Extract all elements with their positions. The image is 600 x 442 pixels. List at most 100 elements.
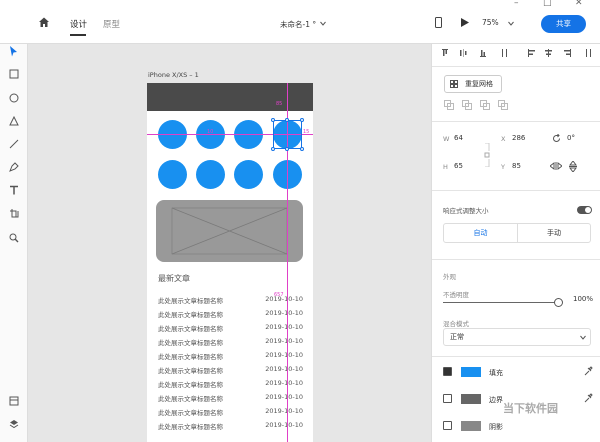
document-title[interactable]: 未命名-1 °	[280, 19, 316, 30]
chevron-down-icon[interactable]	[580, 335, 586, 340]
resize-handle[interactable]	[285, 147, 289, 151]
ellipse-tool-icon[interactable]	[9, 93, 19, 103]
opacity-value[interactable]: 100%	[573, 295, 593, 303]
article-date: 2019-10-10	[265, 323, 303, 331]
list-item[interactable]: 此处展示文章标题名称 2019-10-10	[158, 407, 303, 417]
active-tab-indicator	[70, 34, 86, 36]
height-value[interactable]: 65	[454, 162, 463, 170]
width-value[interactable]: 64	[454, 134, 463, 142]
lock-aspect-icon[interactable]	[484, 143, 490, 167]
resize-handle[interactable]	[271, 118, 275, 122]
maximize-icon[interactable]: □	[543, 0, 552, 8]
watermark: 当下软件园	[487, 396, 597, 426]
article-title: 此处展示文章标题名称	[158, 381, 223, 389]
article-date: 2019-10-10	[265, 365, 303, 373]
zoom-tool-icon[interactable]	[9, 233, 19, 243]
resize-handle[interactable]	[271, 147, 275, 151]
opacity-slider-handle[interactable]	[554, 298, 563, 307]
align-icons[interactable]	[440, 48, 593, 58]
banner-placeholder[interactable]	[156, 200, 303, 262]
share-button[interactable]: 共享	[541, 15, 586, 33]
resize-handle[interactable]	[300, 118, 304, 122]
chevron-down-icon[interactable]	[320, 21, 326, 26]
tab-prototype[interactable]: 原型	[103, 18, 120, 30]
divider	[432, 121, 600, 122]
assets-panel-icon[interactable]	[9, 396, 19, 406]
article-title: 此处展示文章标题名称	[158, 423, 223, 431]
nav-circle-7[interactable]	[234, 160, 263, 189]
tab-design[interactable]: 设计	[70, 18, 87, 30]
line-tool-icon[interactable]	[9, 139, 19, 149]
nav-circle-5[interactable]	[158, 160, 187, 189]
list-item[interactable]: 此处展示文章标题名称 2019-10-10	[158, 337, 303, 347]
minimize-icon[interactable]: –	[514, 0, 519, 8]
fill-checkbox[interactable]	[443, 367, 452, 376]
x-value[interactable]: 286	[512, 134, 525, 142]
shadow-color-swatch[interactable]	[461, 421, 481, 431]
artboard-tool-icon[interactable]	[9, 208, 19, 218]
fill-label: 填充	[489, 369, 503, 377]
text-tool-icon[interactable]	[9, 185, 19, 195]
section-title: 最新文章	[158, 274, 190, 283]
blend-mode-select[interactable]: 正常	[443, 328, 591, 346]
measure-right: 15	[303, 129, 310, 135]
image-placeholder-icon	[171, 207, 288, 255]
nav-circle-6[interactable]	[196, 160, 225, 189]
opacity-slider-track[interactable]	[443, 302, 559, 303]
artboard-header-bar[interactable]	[147, 83, 313, 111]
selection-box[interactable]	[273, 120, 302, 149]
resize-auto-button[interactable]: 自动	[444, 224, 518, 242]
list-item[interactable]: 此处展示文章标题名称 2019-10-10	[158, 323, 303, 333]
list-item[interactable]: 此处展示文章标题名称 2019-10-10	[158, 365, 303, 375]
article-date: 2019-10-10	[265, 309, 303, 317]
flip-horizontal-icon[interactable]	[550, 162, 562, 170]
pen-tool-icon[interactable]	[9, 162, 19, 172]
resize-handle[interactable]	[285, 118, 289, 122]
list-item[interactable]: 此处展示文章标题名称 2019-10-10	[158, 393, 303, 403]
shadow-checkbox[interactable]	[443, 421, 452, 430]
list-item[interactable]: 此处展示文章标题名称 2019-10-10	[158, 421, 303, 431]
border-checkbox[interactable]	[443, 394, 452, 403]
resize-handle[interactable]	[300, 147, 304, 151]
list-item[interactable]: 此处展示文章标题名称 2019-10-10	[158, 379, 303, 389]
fill-color-swatch[interactable]	[461, 367, 481, 377]
responsive-resize-label: 响应式调整大小	[443, 207, 489, 215]
article-date: 2019-10-10	[265, 421, 303, 429]
flip-vertical-icon[interactable]	[569, 161, 577, 172]
rectangle-tool-icon[interactable]	[9, 69, 19, 79]
select-tool-icon[interactable]	[9, 46, 18, 57]
resize-manual-button[interactable]: 手动	[518, 224, 590, 242]
blend-mode-value: 正常	[450, 333, 464, 341]
article-date: 2019-10-10	[265, 337, 303, 345]
y-label: Y	[501, 163, 505, 171]
device-preview-icon[interactable]	[435, 17, 442, 28]
home-icon[interactable]	[38, 16, 50, 28]
play-icon[interactable]	[461, 18, 469, 27]
layers-panel-icon[interactable]	[9, 419, 19, 429]
blend-mode-label: 混合模式	[443, 320, 469, 328]
y-value[interactable]: 85	[512, 162, 521, 170]
rotate-icon[interactable]	[552, 134, 561, 143]
zoom-chevron-icon[interactable]	[508, 21, 514, 26]
zoom-level[interactable]: 75%	[482, 18, 499, 27]
polygon-tool-icon[interactable]	[9, 116, 19, 126]
width-label: W	[443, 135, 450, 143]
border-color-swatch[interactable]	[461, 394, 481, 404]
close-icon[interactable]: ✕	[575, 0, 583, 8]
rotation-value[interactable]: 0°	[567, 134, 575, 142]
watermark-text: 当下软件园	[503, 402, 558, 415]
article-title: 此处展示文章标题名称	[158, 395, 223, 403]
article-title: 此处展示文章标题名称	[158, 311, 223, 319]
article-title: 此处展示文章标题名称	[158, 325, 223, 333]
divider	[432, 356, 600, 357]
article-date: 2019-10-10	[265, 393, 303, 401]
boolean-ops-icons[interactable]	[444, 100, 514, 110]
artboard-label[interactable]: iPhone X/XS – 1	[148, 71, 199, 79]
responsive-resize-toggle[interactable]	[577, 206, 592, 214]
eyedropper-icon[interactable]	[584, 366, 593, 376]
top-bar: – □ ✕ 设计 原型 未命名-1 ° 75% 共享	[0, 0, 600, 44]
article-title: 此处展示文章标题名称	[158, 409, 223, 417]
list-item[interactable]: 此处展示文章标题名称 2019-10-10	[158, 351, 303, 361]
measure-left: 10	[207, 129, 214, 135]
list-item[interactable]: 此处展示文章标题名称 2019-10-10	[158, 309, 303, 319]
